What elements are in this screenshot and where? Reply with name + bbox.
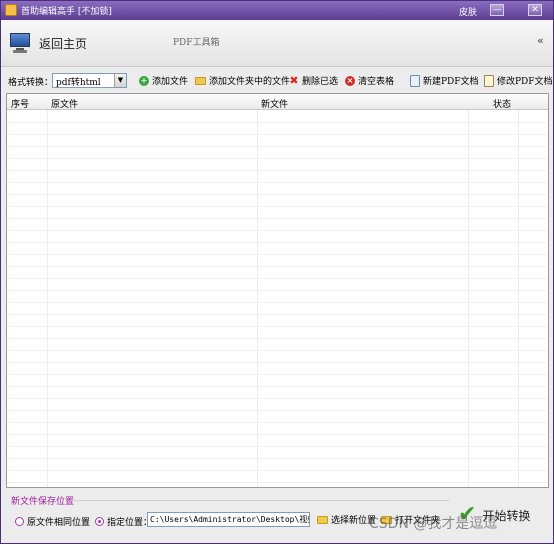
table-header: 序号 原文件 新文件 状态 xyxy=(7,94,548,110)
new-pdf-button[interactable]: 新建PDF文档 xyxy=(410,73,479,88)
table-row-line xyxy=(7,374,548,375)
table-row-line xyxy=(7,230,548,231)
clear-icon: × xyxy=(345,75,355,86)
home-button[interactable]: 返回主页 xyxy=(9,28,87,58)
chevron-down-icon[interactable]: ▼ xyxy=(114,74,126,87)
table-row-line xyxy=(7,134,548,135)
radio-same-dot[interactable] xyxy=(15,517,24,526)
table-row-line xyxy=(7,254,548,255)
save-path-input[interactable]: C:\Users\Administrator\Desktop\视频剪辑\ xyxy=(147,512,310,527)
column-header-index[interactable]: 序号 xyxy=(11,97,29,110)
table-row-line xyxy=(7,482,548,483)
table-row-line xyxy=(7,242,548,243)
table-row-line xyxy=(7,122,548,123)
tool-title: PDF工具箱 xyxy=(173,38,220,48)
skin-button[interactable]: 皮肤 xyxy=(459,5,477,18)
column-header-new[interactable]: 新文件 xyxy=(261,97,288,110)
table-row-line xyxy=(7,314,548,315)
table-column-line xyxy=(47,94,48,487)
table-row-line xyxy=(7,290,548,291)
watermark: CSDN @我才是逗逗 xyxy=(369,516,498,532)
table-column-line xyxy=(518,94,519,487)
add-file-button[interactable]: + 添加文件 xyxy=(139,73,188,88)
table-row-line xyxy=(7,218,548,219)
table-row-line xyxy=(7,398,548,399)
format-value: pdf转html xyxy=(56,78,101,88)
radio-custom-location[interactable]: 指定位置： xyxy=(95,515,152,528)
collapse-button[interactable]: « xyxy=(537,34,544,47)
table-row-line xyxy=(7,170,548,171)
add-folder-label: 添加文件夹中的文件 xyxy=(209,77,291,87)
table-row-line xyxy=(7,350,548,351)
format-select[interactable]: pdf转html ▼ xyxy=(52,73,127,88)
delete-icon: ✖ xyxy=(289,73,299,87)
plus-icon: + xyxy=(139,75,149,86)
minimize-button[interactable]: — xyxy=(490,4,504,16)
edit-pdf-button[interactable]: 修改PDF文档 xyxy=(484,73,553,88)
table-row-line xyxy=(7,146,548,147)
table-row-line xyxy=(7,326,548,327)
add-file-label: 添加文件 xyxy=(152,77,189,87)
table-row-line xyxy=(7,362,548,363)
radio-custom-dot[interactable] xyxy=(95,517,104,526)
edit-document-icon xyxy=(484,74,494,87)
clear-table-label: 清空表格 xyxy=(358,77,395,87)
app-icon xyxy=(5,4,17,16)
table-row-line xyxy=(7,206,548,207)
table-row-line xyxy=(7,410,548,411)
table-row-line xyxy=(7,338,548,339)
delete-selected-button[interactable]: ✖ 删除已选 xyxy=(289,73,338,88)
table-row-line xyxy=(7,470,548,471)
choose-location-button[interactable]: 选择新位置 xyxy=(317,513,376,526)
new-pdf-label: 新建PDF文档 xyxy=(423,77,479,87)
home-label: 返回主页 xyxy=(39,36,88,51)
header-bar: 返回主页 PDF工具箱 « xyxy=(1,20,553,67)
app-window: 首助编辑高手 [不加锁] 皮肤 — ✕ 返回主页 PDF工具箱 « 格式转换： … xyxy=(0,0,554,544)
table-row-line xyxy=(7,182,548,183)
table-row-line xyxy=(7,422,548,423)
table-row-line xyxy=(7,278,548,279)
window-title: 首助编辑高手 [不加锁] xyxy=(21,7,112,17)
table-row-line xyxy=(7,458,548,459)
title-bar: 首助编辑高手 [不加锁] 皮肤 — ✕ xyxy=(1,1,553,20)
section-divider xyxy=(71,500,449,501)
column-header-status[interactable]: 状态 xyxy=(493,97,511,110)
add-folder-button[interactable]: 添加文件夹中的文件 xyxy=(195,73,290,88)
table-row-line xyxy=(7,302,548,303)
table-row-line xyxy=(7,158,548,159)
table-row-line xyxy=(7,266,548,267)
monitor-icon xyxy=(9,32,31,54)
file-table[interactable]: 序号 原文件 新文件 状态 xyxy=(6,93,549,488)
format-label: 格式转换： xyxy=(8,78,54,88)
table-row-line xyxy=(7,194,548,195)
delete-selected-label: 删除已选 xyxy=(302,77,339,87)
radio-same-location[interactable]: 原文件相同位置 xyxy=(15,515,90,528)
folder-icon xyxy=(195,76,206,85)
column-header-source[interactable]: 原文件 xyxy=(51,97,78,110)
folder-icon xyxy=(317,515,328,524)
close-button[interactable]: ✕ xyxy=(528,4,542,16)
table-row-line xyxy=(7,434,548,435)
table-row-line xyxy=(7,446,548,447)
clear-table-button[interactable]: × 清空表格 xyxy=(345,73,394,88)
document-icon xyxy=(410,74,420,87)
table-column-line xyxy=(468,94,469,487)
save-section-label: 新文件保存位置 xyxy=(11,497,75,507)
table-row-line xyxy=(7,386,548,387)
radio-custom-label: 指定位置： xyxy=(107,518,153,528)
radio-same-label: 原文件相同位置 xyxy=(27,518,91,528)
edit-pdf-label: 修改PDF文档 xyxy=(497,77,553,87)
table-column-line xyxy=(257,94,258,487)
toolbar: 格式转换： pdf转html ▼ + 添加文件 添加文件夹中的文件 ✖ 删除已选… xyxy=(1,68,553,92)
